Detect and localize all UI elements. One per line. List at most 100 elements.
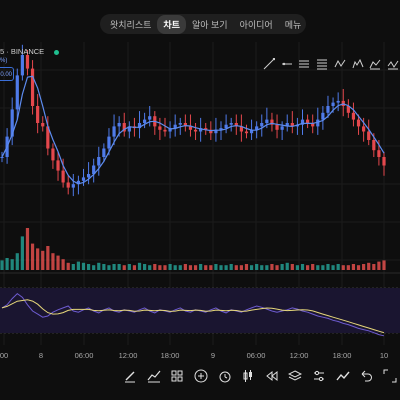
volume-bar	[321, 265, 325, 270]
candle-body	[102, 148, 106, 157]
alert-clock-icon[interactable]	[215, 366, 235, 386]
volume-bar	[158, 265, 162, 270]
trend-line-icon[interactable]	[262, 57, 276, 71]
volume-bar	[153, 264, 157, 270]
candle-body	[51, 148, 55, 161]
candle-body	[30, 68, 35, 106]
volume-bar	[326, 264, 330, 270]
volume-bar	[148, 265, 152, 270]
volume-bar	[214, 264, 218, 270]
x-tick-label: 10	[379, 351, 389, 360]
drawing-tools	[262, 57, 400, 73]
candle-body	[280, 126, 284, 130]
layout-grid-icon[interactable]	[167, 366, 187, 386]
candle-body	[143, 119, 147, 123]
candle-body	[112, 126, 116, 137]
replay-icon[interactable]	[262, 366, 282, 386]
volume-bar	[41, 250, 45, 270]
volume-bar	[316, 265, 320, 270]
volume-bar	[86, 264, 91, 270]
add-icon[interactable]	[191, 366, 211, 386]
trend-icon[interactable]	[333, 366, 353, 386]
candle-body	[107, 136, 111, 149]
elliott-wave-icon[interactable]	[351, 57, 365, 71]
market-open-indicator	[54, 49, 60, 55]
tab-watchlist[interactable]: 왓치리스트	[104, 15, 157, 34]
candle-body	[178, 123, 182, 125]
candle-body	[321, 112, 325, 120]
candle-body	[306, 119, 310, 123]
candle-body	[41, 123, 45, 127]
volume-bar	[10, 259, 14, 270]
volume-bar	[367, 262, 371, 270]
volume-bar	[290, 264, 294, 270]
volume-bar	[244, 264, 249, 270]
volume-bar	[81, 262, 86, 270]
volume-bar	[5, 258, 9, 270]
volume-bar	[137, 262, 142, 270]
volume-bar	[234, 265, 238, 270]
volume-bar	[295, 265, 300, 270]
x-tick-label: 06:00	[246, 351, 266, 360]
layers-icon[interactable]	[285, 366, 305, 386]
volume-bar	[46, 246, 50, 270]
volume-bar	[107, 265, 111, 270]
candle-body	[244, 131, 249, 134]
candle-body	[377, 150, 381, 157]
volume-bar	[362, 264, 366, 270]
projection-icon[interactable]	[368, 57, 382, 71]
volume-bar	[199, 264, 203, 270]
volume-bar	[209, 265, 213, 270]
volume-bar	[122, 265, 126, 270]
x-tick-label: 12:00	[118, 351, 138, 360]
volume-bar	[36, 248, 40, 270]
volume-bar	[143, 264, 147, 270]
volume-bar	[71, 264, 75, 270]
path-icon[interactable]	[386, 57, 400, 71]
volume-bar	[132, 265, 137, 270]
volume-bar	[127, 264, 131, 270]
volume-bar	[306, 265, 310, 270]
candle-body	[372, 140, 376, 151]
settings-sliders-icon[interactable]	[309, 366, 329, 386]
candle-body	[193, 129, 198, 132]
volume-bar	[56, 255, 60, 270]
volume-bar	[249, 265, 254, 270]
indicators-icon[interactable]	[144, 366, 164, 386]
parallel-channel-icon[interactable]	[297, 57, 311, 71]
undo-icon[interactable]	[356, 366, 376, 386]
symbol-label[interactable]: 5 · BINANCE	[0, 47, 60, 56]
volume-bar	[341, 265, 345, 270]
volume-bar	[183, 264, 187, 270]
candle-body	[224, 124, 228, 129]
horizontal-ray-icon[interactable]	[280, 57, 294, 71]
candle-type-icon[interactable]	[238, 366, 258, 386]
volume-bar	[168, 264, 172, 270]
candle-body	[66, 182, 70, 188]
candle-body	[351, 112, 356, 120]
candle-body	[265, 119, 269, 123]
fullscreen-icon[interactable]	[380, 366, 400, 386]
candle-body	[117, 123, 121, 127]
top-tab-bar: 왓치리스트 차트 알아 보기 아이디어 메뉴	[100, 14, 306, 34]
volume-bar	[25, 228, 30, 270]
volume-bar	[285, 262, 289, 270]
volume-bar	[280, 264, 284, 270]
candle-body	[20, 55, 24, 76]
pattern-icon[interactable]	[333, 57, 347, 71]
volume-bar	[112, 264, 116, 270]
tab-chart[interactable]: 차트	[157, 14, 186, 34]
tab-menu[interactable]: 메뉴	[279, 15, 308, 34]
volume-bar	[92, 265, 96, 270]
pencil-icon[interactable]	[120, 366, 140, 386]
fib-retracement-icon[interactable]	[315, 57, 329, 71]
price-flag: 0.00	[0, 67, 14, 81]
volume-bar	[66, 262, 70, 270]
volume-bar	[300, 264, 305, 270]
tab-explore[interactable]: 알아 보기	[186, 15, 234, 34]
candle-body	[336, 100, 340, 103]
volume-bar	[346, 265, 350, 270]
candle-body	[367, 131, 371, 140]
tab-ideas[interactable]: 아이디어	[234, 15, 279, 34]
volume-bar	[117, 264, 121, 270]
